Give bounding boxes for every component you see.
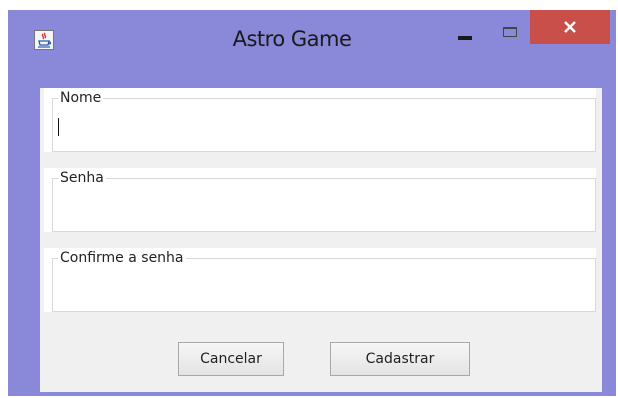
maximize-icon[interactable] <box>503 27 517 37</box>
app-window: Astro Game Nome Senha Confirme a senha C… <box>8 10 616 396</box>
close-button[interactable] <box>530 10 610 44</box>
text-caret <box>58 118 59 136</box>
confirm-senha-label: Confirme a senha <box>58 250 186 266</box>
window-title: Astro Game <box>232 27 352 51</box>
cancel-button[interactable]: Cancelar <box>178 342 284 376</box>
nome-label: Nome <box>58 90 104 106</box>
confirm-senha-input[interactable] <box>56 272 592 306</box>
nome-input[interactable] <box>56 112 592 146</box>
close-icon <box>564 21 576 33</box>
nome-field-group: Nome <box>44 88 596 152</box>
senha-label: Senha <box>58 170 106 186</box>
title-bar[interactable]: Astro Game <box>8 10 616 72</box>
cadastrar-button[interactable]: Cadastrar <box>330 342 470 376</box>
minimize-icon[interactable] <box>458 36 472 40</box>
senha-input[interactable] <box>56 192 592 226</box>
senha-field-group: Senha <box>44 168 596 232</box>
confirm-senha-field-group: Confirme a senha <box>44 248 596 312</box>
form-panel: Nome Senha Confirme a senha Cancelar Cad… <box>40 88 602 392</box>
